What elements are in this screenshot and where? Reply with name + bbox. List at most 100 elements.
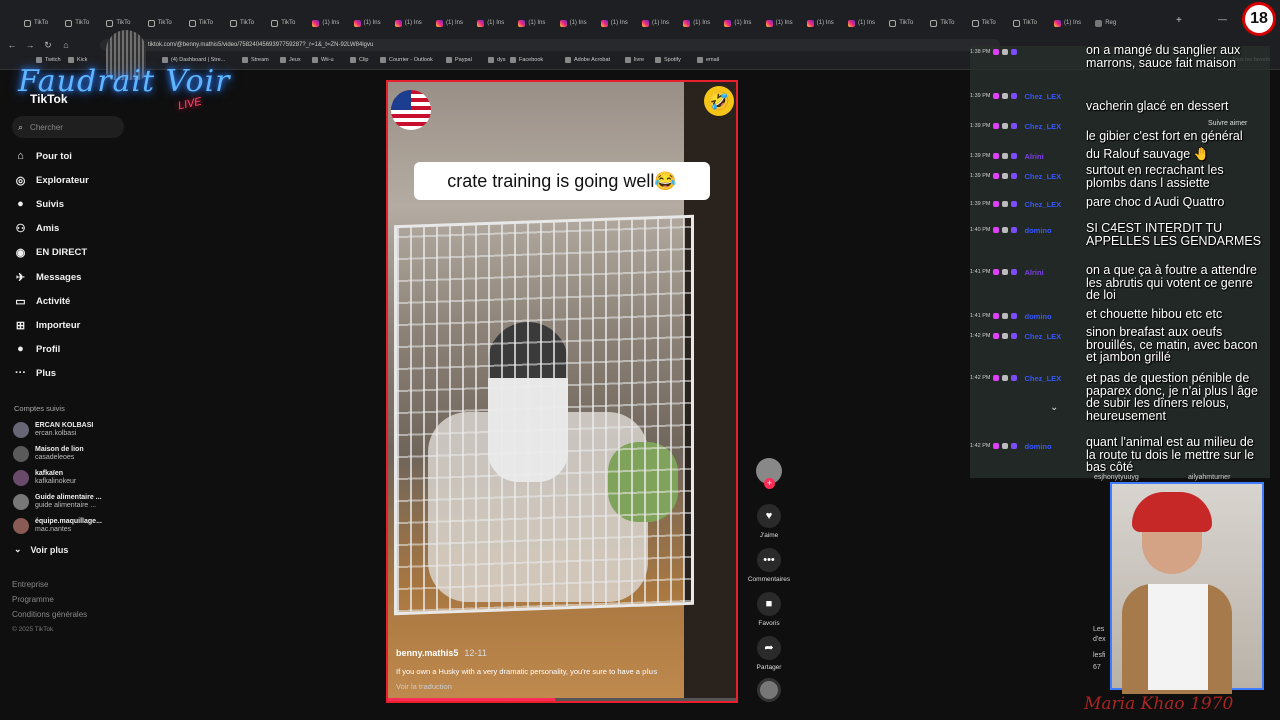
followed-account[interactable]: Maison de lion casadeleoes [13, 446, 84, 462]
video-progress-bar[interactable] [388, 698, 736, 701]
browser-tab[interactable]: TikTo [930, 16, 967, 30]
browser-tab[interactable]: (1) Ins [1054, 16, 1091, 30]
sidebar-item-following[interactable]: ● Suivis [14, 196, 64, 212]
browser-tab[interactable]: (1) Ins [518, 16, 555, 30]
chat-username[interactable]: Chez_LEX [1024, 172, 1061, 181]
browser-tab[interactable]: (1) Ins [394, 16, 432, 30]
browser-tab[interactable]: (1) Ins [312, 16, 349, 30]
browser-tab[interactable]: (1) Ins [436, 16, 473, 30]
browser-tab[interactable]: TikTo [65, 16, 102, 30]
sidebar-item-compass[interactable]: ◎ Explorateur [14, 172, 89, 188]
bookmark-item[interactable]: Facebook [510, 57, 543, 63]
browser-tab[interactable]: TikTo [24, 16, 61, 30]
bookmark-item[interactable]: Clip [350, 57, 368, 63]
tiktok-icon [188, 19, 196, 27]
comment-icon[interactable]: ••• [757, 548, 781, 572]
footer-link[interactable]: Conditions générales [12, 610, 87, 619]
translate-link[interactable]: Voir la traduction [396, 682, 452, 691]
laughing-emoji-icon: 🤣 [704, 86, 734, 116]
followed-account[interactable]: Guide alimentaire ... guide alimentaire .… [13, 494, 102, 510]
follow-plus-button[interactable]: + [764, 478, 775, 489]
browser-tab[interactable]: (1) Ins [848, 16, 885, 30]
sidebar-item-message[interactable]: ✈ Messages [14, 269, 82, 285]
sidebar-item-friends[interactable]: ⚇ Amis [14, 220, 60, 236]
bookmark-item[interactable]: Spotify [655, 57, 681, 63]
bookmark-item[interactable]: dys [488, 57, 506, 63]
avatar [13, 494, 29, 510]
new-tab-button[interactable]: + [1176, 15, 1182, 26]
heart-icon[interactable]: ♥ [757, 504, 781, 528]
more-link[interactable]: plus [642, 667, 657, 676]
scroll-down-icon[interactable]: ⌄ [1050, 402, 1058, 413]
browser-tab[interactable]: (1) Ins [600, 16, 638, 30]
browser-tab[interactable]: TikTo [271, 16, 308, 30]
minimize-icon[interactable]: — [1218, 14, 1227, 24]
browser-tab[interactable]: TikTo [147, 16, 185, 30]
heart-action[interactable]: ♥ J'aime [746, 504, 792, 539]
sidebar-item-live[interactable]: ◉ EN DIRECT [14, 244, 88, 260]
chat-username[interactable]: domino [1024, 226, 1051, 235]
browser-tab[interactable]: Reg [1095, 16, 1132, 30]
sidebar-item-activity[interactable]: ▭ Activité [14, 293, 70, 309]
chat-username[interactable]: Chez_LEX [1024, 122, 1061, 131]
copyright-text: © 2025 TikTok [12, 626, 54, 633]
chat-username[interactable]: Alrini [1024, 268, 1043, 277]
bookmark-icon[interactable]: ■ [757, 592, 781, 616]
followed-account[interactable]: kafkaïen kafkalinokeur [13, 470, 76, 486]
chat-row: 1:39 PM Chez_LEX [970, 120, 1061, 132]
tiktok-brand[interactable]: TikTok [30, 92, 68, 106]
footer-link[interactable]: Entreprise [12, 580, 48, 589]
browser-tab[interactable]: (1) Ins [642, 16, 679, 30]
bookmark-item[interactable]: Adobe Acrobat [565, 57, 610, 63]
chat-username[interactable]: domino [1024, 442, 1051, 451]
bookmark-item[interactable]: livre [625, 57, 644, 63]
bookmark-action[interactable]: ■ Favoris [746, 592, 792, 627]
bookmark-item[interactable]: Wii-u [312, 57, 334, 63]
chat-username[interactable]: domino [1024, 312, 1051, 321]
browser-tab[interactable]: TikTo [106, 16, 143, 30]
search-input[interactable]: ⌕ Chercher [12, 116, 124, 138]
browser-tab[interactable]: (1) Ins [806, 16, 844, 30]
music-disc-icon[interactable] [757, 678, 781, 702]
sidebar-item-profile[interactable]: ● Profil [14, 341, 60, 357]
followed-account[interactable]: équipe.maquillage... mac.nantes [13, 518, 102, 534]
card-handle[interactable]: esjhonytyuuyg [1094, 474, 1139, 481]
browser-tab[interactable]: (1) Ins [559, 16, 597, 30]
chat-username[interactable]: Alrini [1024, 152, 1043, 161]
comment-action[interactable]: ••• Commentaires [746, 548, 792, 583]
footer-link[interactable]: Programme [12, 595, 54, 604]
browser-tab[interactable]: (1) Ins [765, 16, 803, 30]
browser-tab[interactable]: TikTo [971, 16, 1009, 30]
share-action[interactable]: ➦ Partager [746, 636, 792, 671]
chat-username[interactable]: Chez_LEX [1024, 374, 1061, 383]
video-player[interactable]: 🤣 crate training is going well😂 benny.ma… [386, 80, 738, 703]
account-handle: kafkalinokeur [35, 478, 77, 485]
browser-tab[interactable]: (1) Ins [477, 16, 514, 30]
video-author[interactable]: benny.mathis5 12-11 [396, 648, 487, 658]
bookmark-item[interactable]: Jeux [280, 57, 301, 63]
chat-username[interactable]: Chez_LEX [1024, 200, 1061, 209]
url-field[interactable]: tiktok.com/@benny.mathis5/video/75824045… [100, 39, 1000, 51]
sidebar-item-more[interactable]: ··· Plus [14, 365, 56, 381]
browser-tab[interactable]: (1) Ins [353, 16, 391, 30]
sidebar-item-upload[interactable]: ⊞ Importeur [14, 317, 80, 333]
browser-tab[interactable]: (1) Ins [683, 16, 720, 30]
browser-tab[interactable]: TikTo [188, 16, 226, 30]
share-icon[interactable]: ➦ [757, 636, 781, 660]
sidebar-item-home[interactable]: ⌂ Pour toi [14, 148, 72, 164]
followed-account[interactable]: ERCAN KOLBASI ercan.kolbasi [13, 422, 93, 438]
bookmark-item[interactable]: Paypal [446, 57, 472, 63]
bookmark-item[interactable]: Courrier - Outlook [380, 57, 433, 63]
browser-tab[interactable]: TikTo [1012, 16, 1050, 30]
browser-tab[interactable]: TikTo [889, 16, 926, 30]
see-more-button[interactable]: ⌄ Voir plus [14, 544, 68, 555]
chat-username[interactable]: Chez_LEX [1024, 332, 1061, 341]
card-handle[interactable]: ailyahmturner [1188, 474, 1230, 481]
bookmark-item[interactable]: email [697, 57, 719, 63]
browser-tab[interactable]: TikTo [230, 16, 267, 30]
bookmark-item[interactable]: Stream [242, 57, 269, 63]
browser-tab[interactable]: (1) Ins [724, 16, 761, 30]
video-username[interactable]: benny.mathis5 [396, 648, 458, 658]
badge-icon [993, 49, 1000, 55]
chat-username[interactable]: Chez_LEX [1024, 92, 1061, 101]
